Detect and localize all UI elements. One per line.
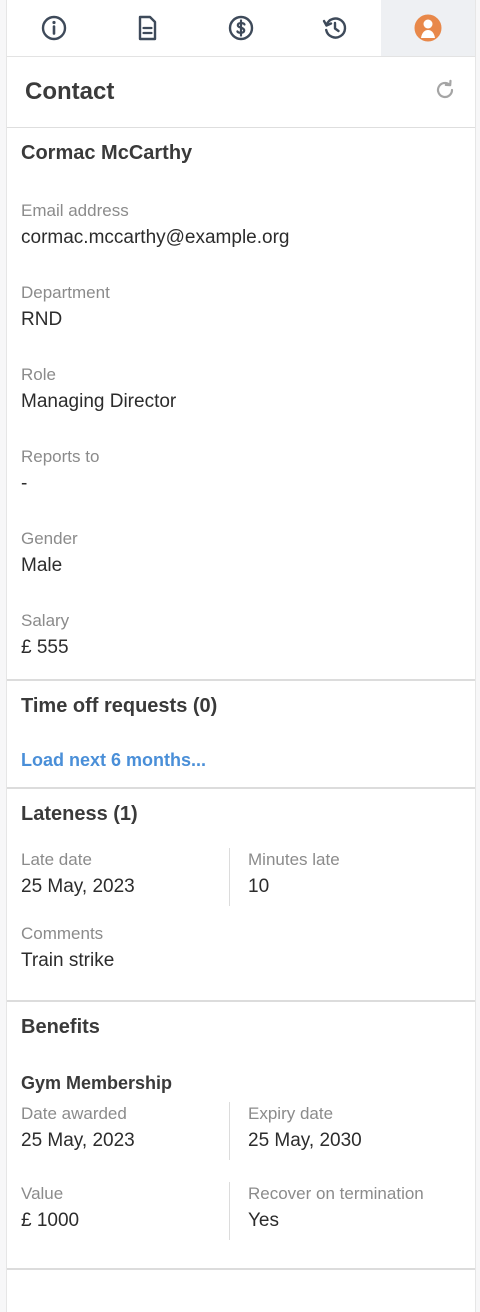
field-value: 25 May, 2023 <box>21 876 135 897</box>
document-icon <box>139 15 157 41</box>
benefits-title: Benefits <box>21 1016 100 1038</box>
field-label: Date awarded <box>21 1104 127 1123</box>
field-value: 25 May, 2030 <box>248 1130 362 1151</box>
tab-finance[interactable] <box>194 0 288 56</box>
info-icon <box>41 15 66 41</box>
field-value: 10 <box>248 876 270 897</box>
comments-field: Comments Train strike <box>21 922 461 976</box>
field-label: Minutes late <box>248 850 340 869</box>
contact-section: Cormac McCarthy Email address cormac.mcc… <box>7 128 475 681</box>
time-off-title: Time off requests (0) <box>21 695 218 717</box>
page-title: Contact <box>25 78 115 105</box>
tab-info[interactable] <box>7 0 101 56</box>
field-label: Value <box>21 1184 64 1203</box>
field-label: Comments <box>21 924 104 943</box>
email-field: Email address cormac.mccarthy@example.or… <box>21 199 461 253</box>
field-label: Expiry date <box>248 1104 334 1123</box>
benefit-value-field: Value £ 1000 <box>21 1182 229 1240</box>
field-value: 25 May, 2023 <box>21 1130 135 1151</box>
field-label: Reports to <box>21 447 100 466</box>
field-value: - <box>21 473 28 494</box>
contact-panel: Contact Cormac McCarthy Email address co… <box>6 0 476 1312</box>
benefits-section: Benefits Gym Membership Date awarded 25 … <box>7 1002 475 1270</box>
late-date-field: Late date 25 May, 2023 <box>21 848 229 906</box>
expiry-date-field: Expiry date 25 May, 2030 <box>229 1102 461 1160</box>
lateness-grid: Late date 25 May, 2023 Minutes late 10 <box>21 848 461 906</box>
field-value: Train strike <box>21 950 115 971</box>
field-label: Gender <box>21 529 78 548</box>
role-field: Role Managing Director <box>21 363 461 417</box>
refresh-button[interactable] <box>433 78 457 107</box>
field-label: Late date <box>21 850 92 869</box>
field-label: Salary <box>21 611 70 630</box>
field-value: RND <box>21 309 63 330</box>
person-icon <box>414 14 442 42</box>
panel-header: Contact <box>7 57 475 128</box>
salary-field: Salary £ 555 <box>21 609 461 663</box>
benefit-name: Gym Membership <box>21 1073 173 1093</box>
department-field: Department RND <box>21 281 461 335</box>
benefit-grid: Value £ 1000 Recover on termination Yes <box>21 1182 461 1240</box>
field-label: Email address <box>21 201 129 220</box>
field-value: £ 1000 <box>21 1210 80 1231</box>
tab-contact[interactable] <box>381 0 475 56</box>
benefit-grid: Date awarded 25 May, 2023 Expiry date 25… <box>21 1102 461 1160</box>
tab-history[interactable] <box>288 0 382 56</box>
field-value: cormac.mccarthy@example.org <box>21 227 290 248</box>
field-label: Department <box>21 283 110 302</box>
tab-bar <box>7 0 475 57</box>
date-awarded-field: Date awarded 25 May, 2023 <box>21 1102 229 1160</box>
field-label: Recover on termination <box>248 1184 424 1203</box>
reports-to-field: Reports to - <box>21 445 461 499</box>
minutes-late-field: Minutes late 10 <box>229 848 461 906</box>
contact-fields: Email address cormac.mccarthy@example.or… <box>21 199 461 663</box>
field-value: Yes <box>248 1210 279 1231</box>
load-next-months-link[interactable]: Load next 6 months... <box>21 750 461 771</box>
dollar-icon <box>228 15 254 41</box>
field-value: Managing Director <box>21 391 177 412</box>
contact-name: Cormac McCarthy <box>21 142 193 164</box>
refresh-icon <box>436 79 454 98</box>
tab-documents[interactable] <box>101 0 195 56</box>
gender-field: Gender Male <box>21 527 461 581</box>
field-label: Role <box>21 365 56 384</box>
history-icon <box>322 17 346 39</box>
time-off-section: Time off requests (0) Load next 6 months… <box>7 681 475 789</box>
field-value: Male <box>21 555 63 576</box>
field-value: £ 555 <box>21 637 69 658</box>
lateness-section: Lateness (1) Late date 25 May, 2023 Minu… <box>7 789 475 1002</box>
lateness-title: Lateness (1) <box>21 803 138 825</box>
recover-on-termination-field: Recover on termination Yes <box>229 1182 461 1240</box>
